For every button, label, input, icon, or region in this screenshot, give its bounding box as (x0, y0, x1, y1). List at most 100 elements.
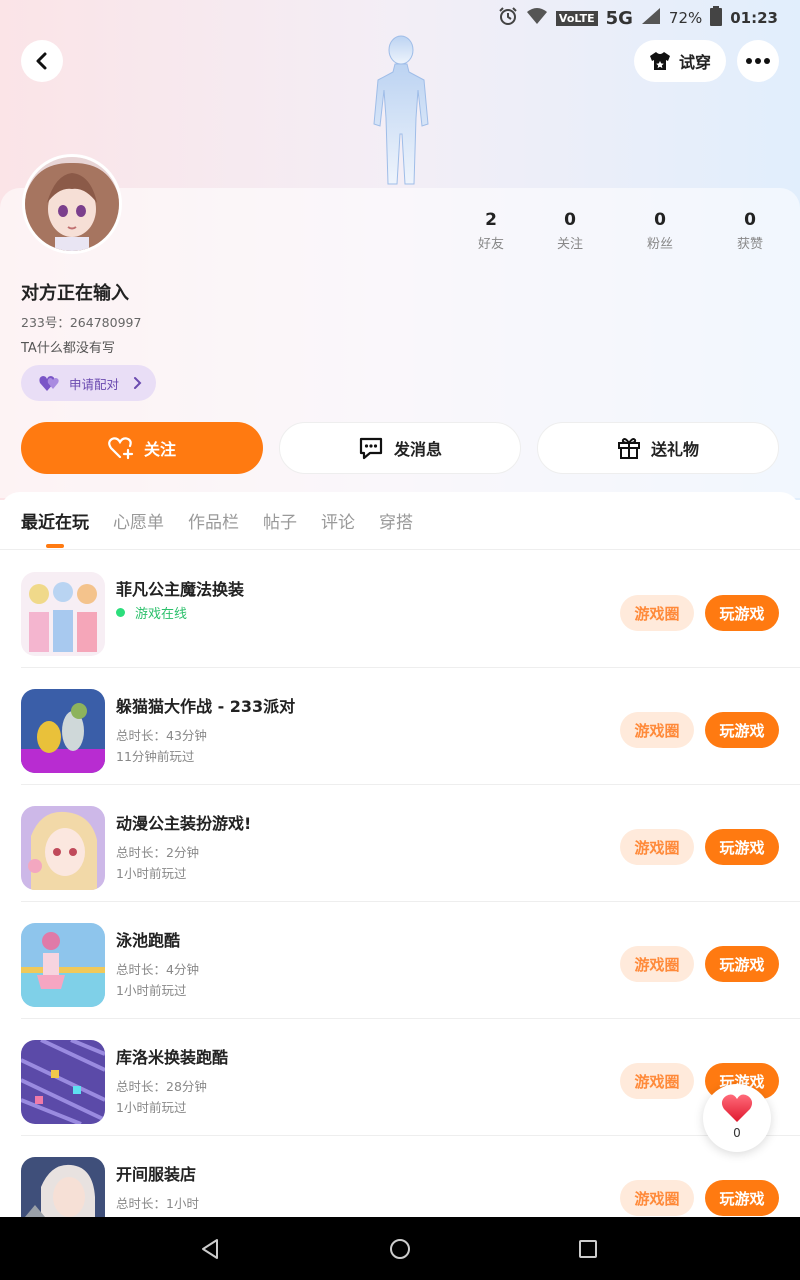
more-options-button[interactable] (737, 40, 779, 82)
play-duration: 总时长：1小时 (116, 1196, 199, 1211)
last-played: 1小时前玩过 (116, 983, 187, 998)
play-game-button[interactable]: 玩游戏 (705, 946, 779, 982)
try-on-button[interactable]: 试穿 (634, 40, 726, 82)
wifi-icon (526, 7, 548, 29)
back-button[interactable] (21, 40, 63, 82)
send-gift-button[interactable]: 送礼物 (537, 422, 779, 474)
play-duration: 总时长：4分钟 (116, 962, 199, 977)
stat-fans[interactable]: 0 粉丝 (625, 210, 695, 252)
game-circle-button[interactable]: 游戏圈 (620, 946, 694, 982)
game-row[interactable]: 躲猫猫大作战 - 233派对 总时长：43分钟 11分钟前玩过 游戏圈 玩游戏 (0, 668, 800, 785)
apply-match-button[interactable]: 申请配对 (21, 365, 156, 401)
avatar[interactable] (22, 154, 122, 254)
game-circle-button[interactable]: 游戏圈 (620, 712, 694, 748)
play-duration: 总时长：2分钟 (116, 845, 199, 860)
stat-following[interactable]: 0 关注 (535, 210, 605, 252)
game-row[interactable]: 动漫公主装扮游戏! 总时长：2分钟 1小时前玩过 游戏圈 玩游戏 (0, 785, 800, 902)
stat-likes[interactable]: 0 获赞 (715, 210, 785, 252)
game-circle-button[interactable]: 游戏圈 (620, 595, 694, 631)
alarm-icon (498, 6, 518, 30)
tab-outfits[interactable]: 穿搭 (379, 508, 413, 533)
game-circle-button[interactable]: 游戏圈 (620, 829, 694, 865)
profile-tabs: 最近在玩 心愿单 作品栏 帖子 评论 穿搭 (21, 508, 413, 533)
last-played: 1小时前玩过 (116, 1100, 187, 1115)
clock: 01:23 (730, 9, 778, 27)
game-circle-button[interactable]: 游戏圈 (620, 1063, 694, 1099)
game-name: 泳池跑酷 (116, 931, 181, 950)
nav-recents-icon[interactable] (578, 1239, 598, 1259)
game-row[interactable]: 库洛米换装跑酷 总时长：28分钟 1小时前玩过 游戏圈 玩游戏 (0, 1019, 800, 1136)
online-dot-icon (116, 608, 125, 617)
volte-badge: VoLTE (555, 10, 598, 26)
last-played: 11分钟前玩过 (116, 749, 195, 764)
status-bar: VoLTE 5G 72% 01:23 (0, 0, 800, 32)
game-circle-button[interactable]: 游戏圈 (620, 1180, 694, 1216)
send-gift-label: 送礼物 (650, 440, 699, 459)
stat-friends[interactable]: 2 好友 (456, 210, 526, 252)
network-type: 5G (605, 7, 633, 29)
stat-label: 关注 (556, 237, 583, 252)
send-message-button[interactable]: 发消息 (279, 422, 521, 474)
signal-icon (641, 7, 661, 29)
game-name: 库洛米换装跑酷 (116, 1048, 229, 1067)
active-tab-indicator (46, 544, 64, 548)
username: 对方正在输入 (21, 283, 129, 304)
tab-works[interactable]: 作品栏 (188, 508, 239, 533)
nav-back-icon[interactable] (200, 1238, 220, 1260)
heart-plus-icon (108, 437, 134, 460)
play-game-button[interactable]: 玩游戏 (705, 712, 779, 748)
tab-comments[interactable]: 评论 (321, 508, 355, 533)
user-bio: TA什么都没有写 (21, 341, 115, 356)
like-count: 0 (733, 1126, 741, 1140)
nav-home-icon[interactable] (389, 1238, 411, 1260)
tab-recently-played[interactable]: 最近在玩 (21, 508, 89, 533)
gift-icon (617, 438, 640, 459)
last-played: 1小时前玩过 (116, 866, 187, 881)
stat-value: 0 (564, 210, 576, 230)
avatar-3d-figure (358, 34, 444, 190)
stat-label: 粉丝 (646, 237, 673, 252)
tab-posts[interactable]: 帖子 (263, 508, 297, 533)
follow-label: 关注 (143, 440, 176, 459)
like-float-button[interactable]: 0 (703, 1084, 771, 1152)
avatar-image (25, 157, 119, 251)
divider (0, 549, 800, 550)
play-game-button[interactable]: 玩游戏 (705, 1180, 779, 1216)
chevron-left-icon (36, 52, 47, 70)
play-duration: 总时长：28分钟 (116, 1079, 207, 1094)
chevron-right-icon (134, 377, 142, 389)
game-icon (21, 689, 105, 773)
battery-percent: 72% (668, 9, 703, 27)
game-icon (21, 923, 105, 1007)
double-heart-icon (39, 376, 59, 391)
tshirt-icon (649, 52, 670, 70)
play-game-button[interactable]: 玩游戏 (705, 829, 779, 865)
try-on-label: 试穿 (678, 53, 711, 72)
chat-bubble-icon (359, 437, 383, 460)
send-message-label: 发消息 (393, 440, 442, 459)
stat-value: 0 (654, 210, 666, 230)
play-game-button[interactable]: 玩游戏 (705, 595, 779, 631)
heart-icon (721, 1094, 753, 1122)
game-icon (21, 1040, 105, 1124)
game-icon (21, 572, 105, 656)
battery-icon (710, 6, 723, 30)
tab-wishlist[interactable]: 心愿单 (113, 508, 164, 533)
game-name: 动漫公主装扮游戏! (116, 814, 252, 833)
stat-value: 2 (485, 210, 497, 230)
follow-button[interactable]: 关注 (21, 422, 263, 474)
play-duration: 总时长：43分钟 (116, 728, 207, 743)
user-id: 233号：264780997 (21, 315, 142, 330)
game-name: 开间服装店 (116, 1165, 197, 1184)
game-name: 菲凡公主魔法换装 (116, 580, 245, 599)
game-row[interactable]: 菲凡公主魔法换装 游戏在线 游戏圈 玩游戏 (0, 551, 800, 668)
apply-match-label: 申请配对 (69, 376, 120, 392)
online-status: 游戏在线 (116, 603, 187, 622)
stat-value: 0 (744, 210, 756, 230)
stat-label: 获赞 (736, 237, 763, 252)
online-status-label: 游戏在线 (135, 607, 188, 622)
game-icon (21, 806, 105, 890)
stat-label: 好友 (477, 237, 504, 252)
system-nav-bar (0, 1217, 800, 1280)
game-row[interactable]: 泳池跑酷 总时长：4分钟 1小时前玩过 游戏圈 玩游戏 (0, 902, 800, 1019)
